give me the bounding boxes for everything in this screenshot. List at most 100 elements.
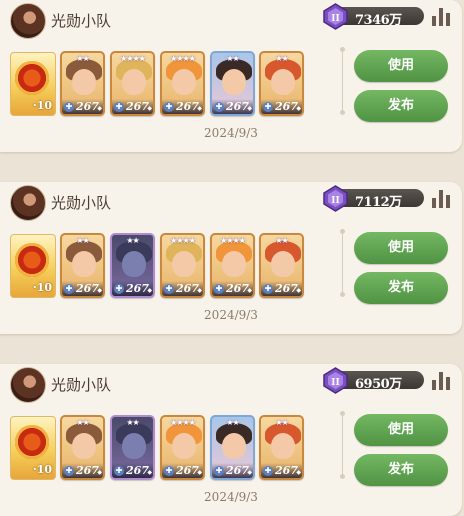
level-suffix-icon: ◆ (197, 469, 202, 476)
divider (340, 229, 345, 297)
hero-level: 267 (275, 464, 298, 477)
emblem-level: ·10 (32, 463, 52, 476)
element-icon: ✚ (263, 284, 273, 294)
element-icon: ✚ (164, 466, 174, 476)
element-icon: ✚ (164, 284, 174, 294)
hero-stars: ★★ (275, 418, 288, 427)
hero-level: 267 (226, 100, 249, 113)
hero-level: 267 (275, 282, 298, 295)
hero-level: 267 (76, 100, 99, 113)
hero-card[interactable]: ★★ ✚ 267 ◆ (110, 415, 155, 480)
power-gem-icon: II (323, 367, 348, 394)
hero-card[interactable]: ★★ ✚ 267 ◆ (60, 415, 105, 480)
hero-stars: ★★★★ (170, 418, 196, 427)
hero-stars: ★★ (275, 54, 288, 63)
svg-text:II: II (331, 378, 339, 388)
hero-level: 267 (76, 282, 99, 295)
use-button[interactable]: 使用 (354, 232, 448, 264)
emblem-level: ·10 (32, 99, 52, 112)
hero-stars: ★★ (76, 54, 89, 63)
hero-card[interactable]: ★★ ✚ 267 ◆ (210, 415, 255, 480)
hero-stars: ★★ (226, 418, 239, 427)
hero-stars: ★★★★ (220, 236, 246, 245)
team-name: 光勋小队 (51, 194, 112, 212)
hero-level: 267 (176, 282, 199, 295)
hero-level: 267 (176, 464, 199, 477)
emblem-level: ·10 (32, 281, 52, 294)
hero-stars: ★★★★ (170, 236, 196, 245)
hero-level: 267 (76, 464, 99, 477)
team-card: 光勋小队 II 7346万 ·10 ★★ ✚ 267 ◆ ★★★★ ✚ 267 … (0, 0, 462, 152)
hero-card[interactable]: ★★ ✚ 267 ◆ (259, 415, 304, 480)
element-icon: ✚ (114, 284, 124, 294)
power-gem-icon: II (323, 3, 348, 30)
element-icon: ✚ (164, 102, 174, 112)
hero-stars: ★★ (76, 418, 89, 427)
hero-level: 267 (226, 464, 249, 477)
hero-card[interactable]: ★★★★ ✚ 267 ◆ (160, 415, 205, 480)
hero-stars: ★★★★ (170, 54, 196, 63)
team-name: 光勋小队 (51, 376, 112, 394)
power-value: 7346万 (355, 13, 402, 28)
hero-card[interactable]: ★★★★ ✚ 267 ◆ (160, 51, 205, 116)
hero-stars: ★★ (226, 54, 239, 63)
level-suffix-icon: ◆ (247, 469, 252, 476)
team-date: 2024/9/3 (204, 490, 258, 504)
element-icon: ✚ (214, 466, 224, 476)
level-suffix-icon: ◆ (147, 287, 152, 294)
hero-card[interactable]: ★★ ✚ 267 ◆ (210, 51, 255, 116)
svg-text:II: II (331, 14, 339, 24)
hero-card[interactable]: ★★★★ ✚ 267 ◆ (160, 233, 205, 298)
hero-stars: ★★ (126, 418, 139, 427)
publish-button[interactable]: 发布 (354, 272, 448, 304)
level-suffix-icon: ◆ (97, 469, 102, 476)
level-suffix-icon: ◆ (247, 287, 252, 294)
hero-card[interactable]: ★★ ✚ 267 ◆ (259, 233, 304, 298)
hero-card[interactable]: ★★★★ ✚ 267 ◆ (210, 233, 255, 298)
hero-card[interactable]: ★★ ✚ 267 ◆ (259, 51, 304, 116)
hero-card[interactable]: ★★ ✚ 267 ◆ (110, 233, 155, 298)
stats-icon[interactable] (432, 372, 452, 390)
element-icon: ✚ (114, 102, 124, 112)
level-suffix-icon: ◆ (296, 105, 301, 112)
stats-icon[interactable] (432, 190, 452, 208)
level-suffix-icon: ◆ (296, 469, 301, 476)
team-avatar (10, 3, 46, 39)
hero-stars: ★★ (76, 236, 89, 245)
level-suffix-icon: ◆ (197, 287, 202, 294)
team-date: 2024/9/3 (204, 308, 258, 322)
hero-card[interactable]: ★★ ✚ 267 ◆ (60, 233, 105, 298)
use-button[interactable]: 使用 (354, 50, 448, 82)
element-icon: ✚ (214, 284, 224, 294)
svg-text:II: II (331, 196, 339, 206)
level-suffix-icon: ◆ (296, 287, 301, 294)
publish-button[interactable]: 发布 (354, 90, 448, 122)
stats-icon[interactable] (432, 8, 452, 26)
element-icon: ✚ (114, 466, 124, 476)
level-suffix-icon: ◆ (97, 105, 102, 112)
element-icon: ✚ (64, 284, 74, 294)
hero-level: 267 (275, 100, 298, 113)
team-avatar (10, 185, 46, 221)
use-button[interactable]: 使用 (354, 414, 448, 446)
team-card: 光勋小队 II 6950万 ·10 ★★ ✚ 267 ◆ ★★ ✚ 267 ◆ … (0, 364, 462, 516)
emblem-icon: ·10 (10, 234, 56, 298)
level-suffix-icon: ◆ (147, 469, 152, 476)
publish-button[interactable]: 发布 (354, 454, 448, 486)
hero-stars: ★★ (275, 236, 288, 245)
level-suffix-icon: ◆ (197, 105, 202, 112)
hero-card[interactable]: ★★★★ ✚ 267 ◆ (110, 51, 155, 116)
hero-level: 267 (126, 464, 149, 477)
team-date: 2024/9/3 (204, 126, 258, 140)
team-card: 光勋小队 II 7112万 ·10 ★★ ✚ 267 ◆ ★★ ✚ 267 ◆ … (0, 182, 462, 334)
emblem-icon: ·10 (10, 416, 56, 480)
power-value: 6950万 (355, 377, 402, 392)
power-gem-icon: II (323, 185, 348, 212)
element-icon: ✚ (263, 102, 273, 112)
team-avatar (10, 367, 46, 403)
level-suffix-icon: ◆ (247, 105, 252, 112)
divider (340, 411, 345, 479)
element-icon: ✚ (214, 102, 224, 112)
hero-card[interactable]: ★★ ✚ 267 ◆ (60, 51, 105, 116)
team-name: 光勋小队 (51, 12, 112, 30)
